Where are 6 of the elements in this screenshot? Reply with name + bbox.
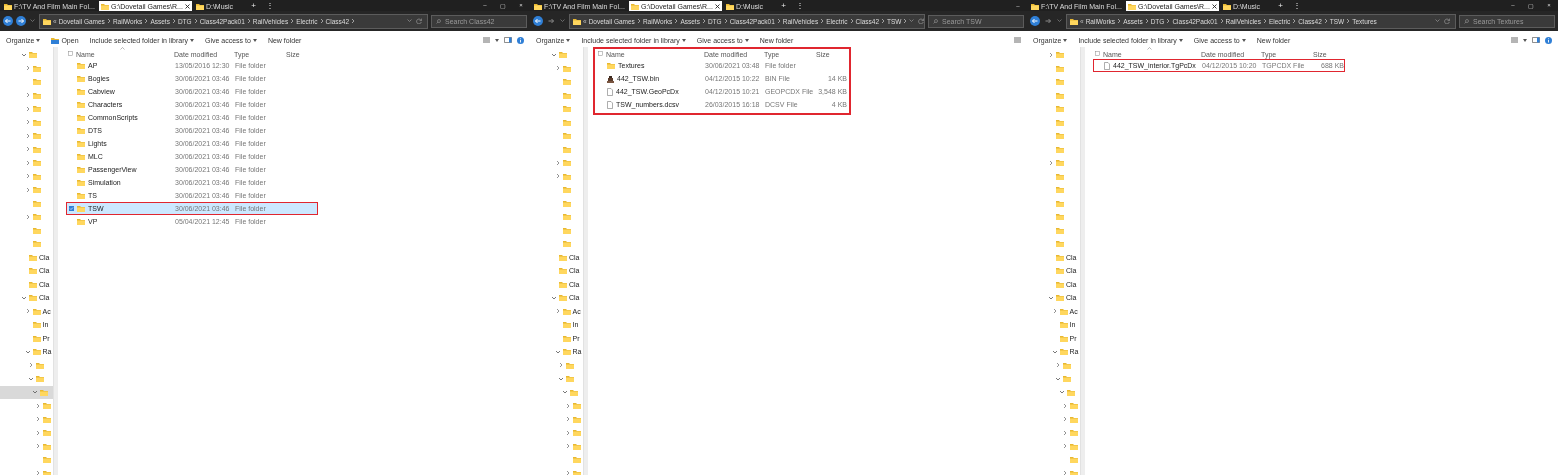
tab-menu-button[interactable]: ⋮ bbox=[261, 1, 278, 11]
tab-menu-button[interactable]: ⋮ bbox=[791, 1, 808, 11]
tab-menu-button[interactable]: ⋮ bbox=[1288, 1, 1305, 11]
new-tab-button[interactable]: + bbox=[1274, 1, 1287, 11]
new-tab-button[interactable]: + bbox=[247, 1, 260, 11]
new-tab-button[interactable]: + bbox=[777, 1, 790, 11]
